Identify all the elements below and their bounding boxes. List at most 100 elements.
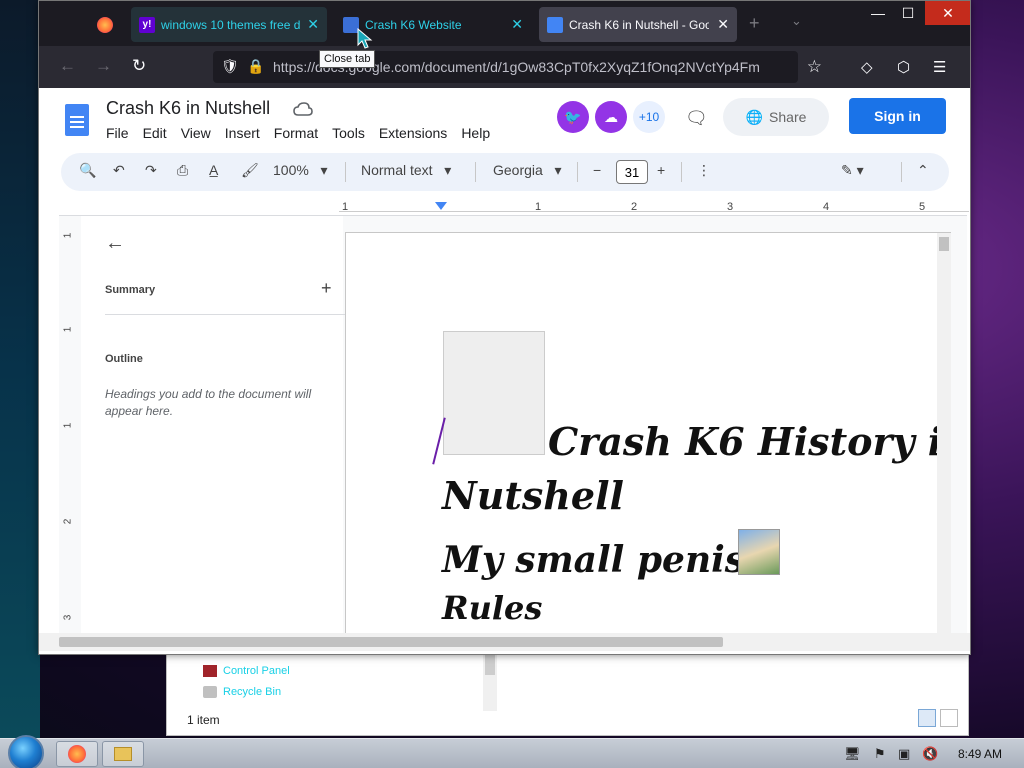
heading-line-1[interactable]: Crash K6 History in — [548, 419, 951, 464]
tab-close-icon[interactable]: ✕ — [307, 16, 319, 33]
sign-in-button[interactable]: Sign in — [849, 98, 946, 134]
minimize-button[interactable]: — — [861, 1, 895, 25]
undo-icon[interactable]: ↶ — [113, 162, 125, 179]
menu-tools[interactable]: Tools — [332, 125, 365, 141]
more-viewers-badge[interactable]: +10 — [633, 101, 665, 133]
tab-list-chevron-icon[interactable]: ⌄ — [791, 13, 802, 29]
taskbar-firefox[interactable] — [56, 741, 98, 767]
details-view-button[interactable] — [918, 709, 936, 727]
ruler-number: 4 — [823, 201, 830, 213]
tray-volume-muted-icon[interactable]: 🔇 — [922, 746, 938, 762]
redo-icon[interactable]: ↷ — [145, 162, 157, 179]
page-vertical-scrollbar[interactable] — [937, 233, 951, 636]
lock-icon[interactable]: 🔒 — [247, 58, 264, 75]
tree-item-control-panel[interactable]: Control Panel — [203, 665, 290, 677]
print-icon[interactable]: ⎙ — [177, 162, 188, 179]
ruler-number: 1 — [535, 201, 542, 213]
indent-marker-icon[interactable] — [435, 202, 447, 210]
preview-view-button[interactable] — [940, 709, 958, 727]
ruler-number: 5 — [919, 201, 926, 213]
tree-item-label: Control Panel — [223, 665, 290, 677]
horizontal-scrollbar[interactable] — [39, 633, 970, 651]
document-title[interactable]: Crash K6 in Nutshell — [106, 98, 270, 119]
tree-item-recycle-bin[interactable]: Recycle Bin — [203, 686, 281, 698]
shield-icon[interactable]: 🛡 — [221, 58, 239, 75]
menu-extensions[interactable]: Extensions — [379, 125, 447, 141]
yahoo-icon: y! — [139, 16, 155, 33]
menu-format[interactable]: Format — [274, 125, 318, 141]
menu-help[interactable]: Help — [461, 125, 490, 141]
viewer-avatar-cloud-icon[interactable]: ☁ — [595, 101, 627, 133]
toolbar-divider — [681, 162, 682, 182]
tab-close-icon[interactable]: ✕ — [511, 16, 523, 33]
toolbar-divider — [901, 162, 902, 182]
viewer-avatar-bird-icon[interactable]: 🐦 — [557, 101, 589, 133]
tray-display-icon[interactable]: ▣ — [898, 746, 910, 762]
tree-scrollbar[interactable] — [483, 653, 497, 711]
maximize-button[interactable]: ☐ — [891, 1, 925, 25]
add-summary-plus-icon[interactable]: + — [321, 278, 332, 299]
menu-edit[interactable]: Edit — [143, 125, 167, 141]
vruler-number: 1 — [62, 232, 74, 239]
comment-history-icon[interactable]: 🗨 — [685, 108, 708, 129]
url-bar[interactable]: 🛡 🔒 https://docs.google.com/document/d/1… — [213, 51, 822, 83]
tab-firefox-view[interactable] — [85, 7, 125, 42]
close-outline-back-arrow-icon[interactable]: ← — [105, 232, 125, 255]
editing-mode-pencil-icon[interactable]: ✎ ▾ — [841, 162, 864, 179]
image-placeholder[interactable] — [443, 331, 545, 455]
tray-network-icon[interactable]: 🖥 — [844, 746, 861, 762]
forward-arrow-icon[interactable]: → — [95, 56, 112, 76]
close-tab-tooltip: Close tab — [319, 50, 376, 68]
spellcheck-icon[interactable]: A̲ — [209, 162, 218, 178]
increase-font-size-button[interactable]: + — [657, 162, 665, 178]
taskbar-clock[interactable]: 8:49 AM — [958, 747, 1002, 761]
tree-scrollbar-thumb[interactable] — [485, 655, 495, 675]
font-select[interactable]: Georgia ▾ — [493, 162, 562, 179]
search-menus-icon[interactable]: 🔍 — [79, 162, 96, 179]
status-item-count: 1 item — [187, 713, 220, 727]
cloud-saved-icon[interactable] — [293, 102, 313, 116]
outline-hint-text: Headings you add to the document will ap… — [105, 387, 312, 418]
more-options-icon[interactable]: ⋮ — [697, 162, 711, 179]
hscroll-thumb[interactable] — [59, 637, 723, 647]
hamburger-menu-icon[interactable]: ☰ — [933, 58, 946, 76]
docs-menubar: File Edit View Insert Format Tools Exten… — [106, 125, 490, 141]
heading-line-4[interactable]: Rules — [442, 589, 542, 627]
hide-menus-chevron-up-icon[interactable]: ⌃ — [917, 162, 929, 179]
menu-view[interactable]: View — [181, 125, 211, 141]
reload-icon[interactable]: ↻ — [132, 56, 146, 76]
zoom-value: 100% — [273, 162, 309, 178]
tab-label: Crash K6 Website — [365, 17, 462, 32]
font-value: Georgia — [493, 162, 543, 178]
heading-line-2[interactable]: Nutshell — [442, 473, 624, 518]
pocket-icon[interactable]: ◇ — [861, 58, 873, 76]
docs-body: 1 1 1 2 3 ← Summary + Outline Headings y… — [59, 215, 967, 636]
docs-logo-icon[interactable] — [65, 104, 89, 136]
close-window-button[interactable]: ✕ — [925, 1, 970, 25]
heading-line-3[interactable]: My small penis — [442, 539, 745, 581]
menu-file[interactable]: File — [106, 125, 129, 141]
start-button[interactable] — [8, 735, 44, 768]
taskbar-explorer[interactable] — [102, 741, 144, 767]
bookmark-star-icon[interactable]: ☆ — [807, 57, 822, 77]
menu-insert[interactable]: Insert — [225, 125, 260, 141]
horizontal-ruler: 1 1 2 3 4 5 — [339, 198, 969, 216]
inline-comic-image[interactable] — [738, 529, 780, 575]
new-tab-icon[interactable]: + — [749, 13, 760, 34]
back-arrow-icon[interactable]: ← — [59, 56, 76, 76]
paragraph-style-select[interactable]: Normal text ▾ — [361, 162, 451, 179]
vruler-number: 2 — [62, 518, 74, 525]
outline-heading: Outline — [105, 353, 143, 365]
vscroll-thumb[interactable] — [939, 237, 949, 251]
tray-action-center-icon[interactable]: ⚑ — [874, 746, 886, 762]
document-page[interactable]: Crash K6 History in Nutshell My small pe… — [345, 232, 951, 636]
tab-close-icon[interactable]: ✕ — [717, 16, 729, 33]
tab-yahoo-search[interactable]: y! windows 10 themes free d... ✕ — [131, 7, 327, 42]
share-button[interactable]: 🌐 Share — [723, 98, 829, 136]
tab-google-docs[interactable]: Crash K6 in Nutshell - Goog ✕ — [539, 7, 737, 42]
zoom-select[interactable]: 100% ▾ — [273, 162, 328, 179]
decrease-font-size-button[interactable]: − — [593, 162, 601, 178]
font-size-input[interactable]: 31 — [616, 160, 648, 184]
extensions-icon[interactable]: ⬡ — [897, 58, 910, 76]
paint-format-icon[interactable]: 🖌 — [241, 162, 259, 179]
